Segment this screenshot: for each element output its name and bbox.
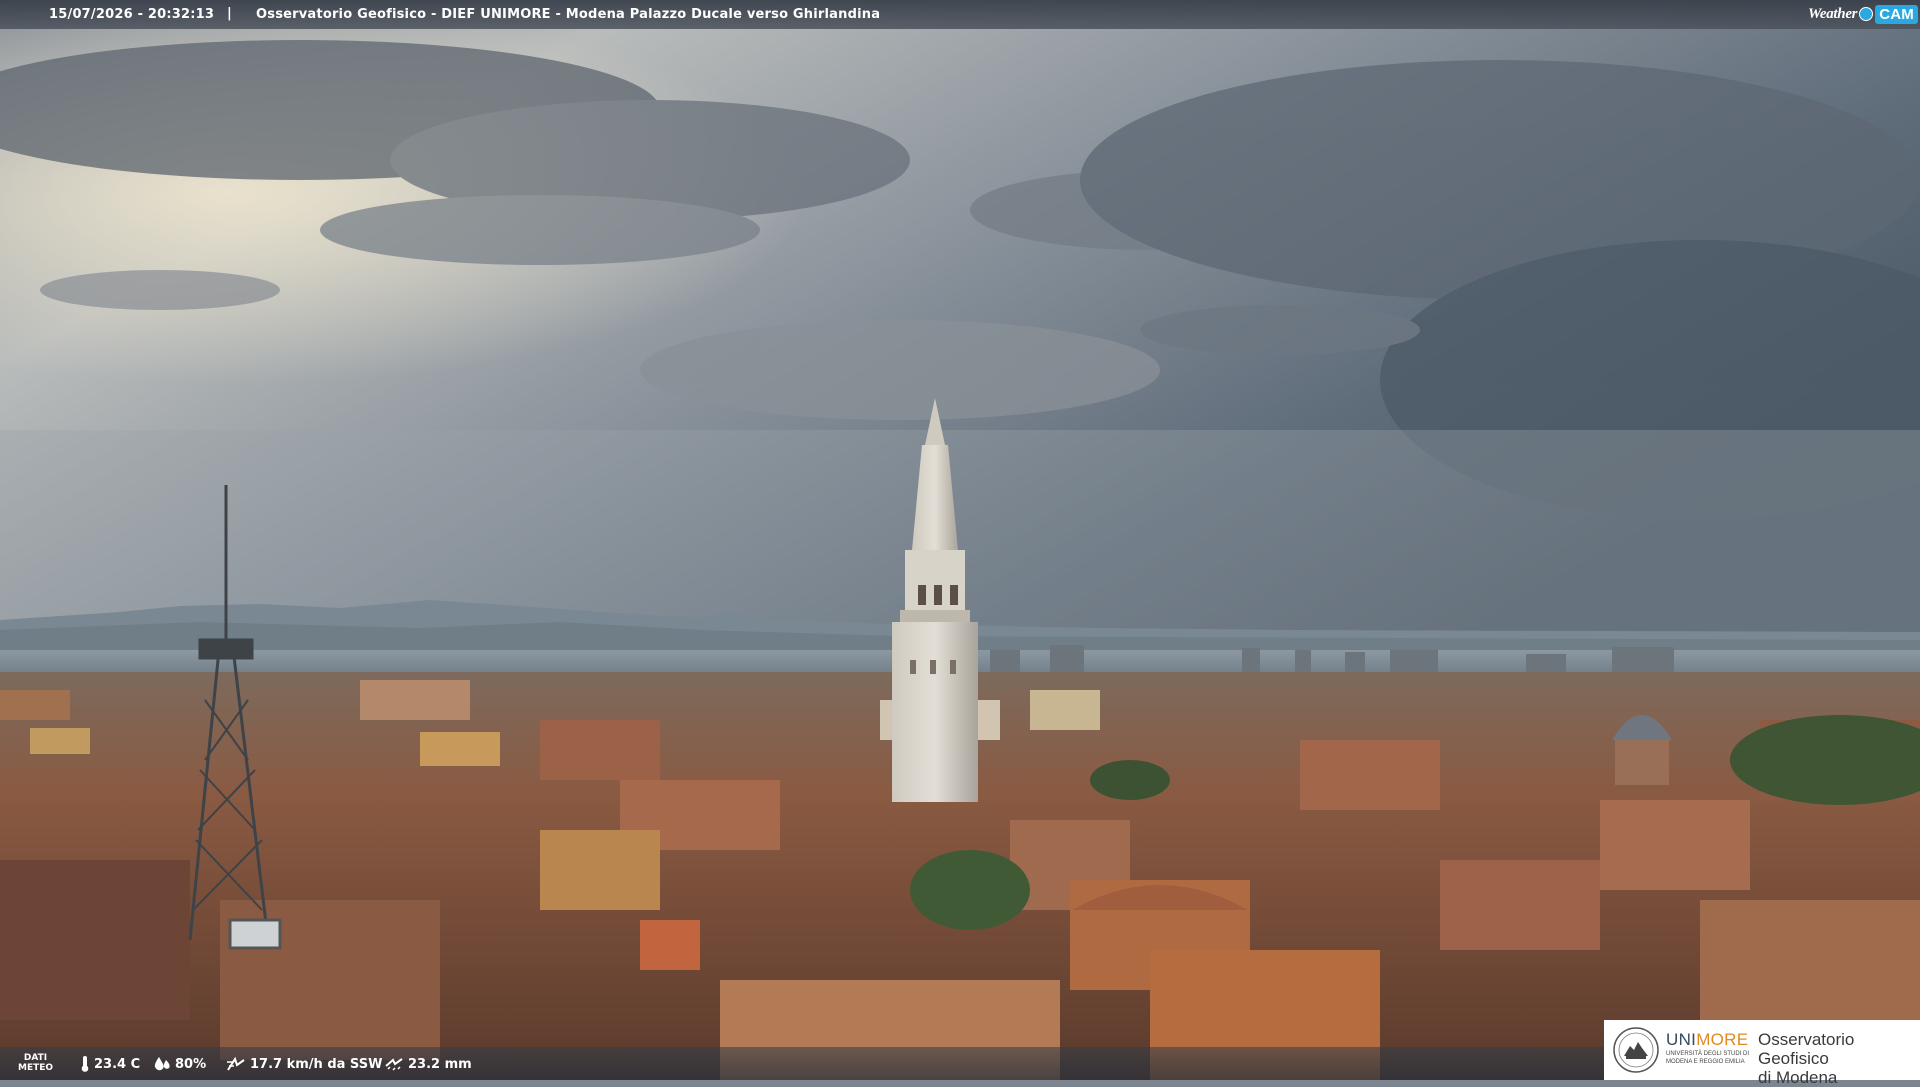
humidity-drop-icon bbox=[154, 1057, 170, 1071]
camera-caption: Osservatorio Geofisico - DIEF UNIMORE - … bbox=[256, 7, 881, 22]
humidity-reading: 80% bbox=[153, 1056, 206, 1072]
observatory-name: Osservatorio Geofisico di Modena bbox=[1758, 1030, 1855, 1087]
timestamp: 15/07/2026 - 20:32:13 bbox=[49, 7, 215, 22]
thermometer-icon bbox=[81, 1056, 89, 1072]
unimore-wordmark: UNIMORE UNIVERSITÀ DEGLI STUDI DI MODENA… bbox=[1666, 1030, 1750, 1065]
weathercam-logo: Weather CAM bbox=[1808, 3, 1918, 25]
cam-label: CAM bbox=[1875, 4, 1918, 24]
university-seal-icon bbox=[1613, 1027, 1659, 1073]
separator: | bbox=[227, 6, 232, 21]
wind-icon bbox=[227, 1056, 245, 1071]
meteo-label: DATI METEO bbox=[18, 1053, 54, 1073]
webcam-photo bbox=[0, 0, 1920, 1080]
temperature-reading: 23.4 C bbox=[80, 1056, 140, 1072]
wind-reading: 17.7 km/h da SSW bbox=[226, 1056, 382, 1072]
camera-lens-icon bbox=[1859, 7, 1874, 21]
rain-icon bbox=[385, 1058, 403, 1071]
weather-label: Weather bbox=[1807, 5, 1858, 22]
rain-reading: 23.2 mm bbox=[384, 1056, 472, 1072]
unimore-logo-panel: UNIMORE UNIVERSITÀ DEGLI STUDI DI MODENA… bbox=[1604, 1020, 1920, 1087]
camera-info-bar: 15/07/2026 - 20:32:13 | Osservatorio Geo… bbox=[0, 0, 1920, 29]
